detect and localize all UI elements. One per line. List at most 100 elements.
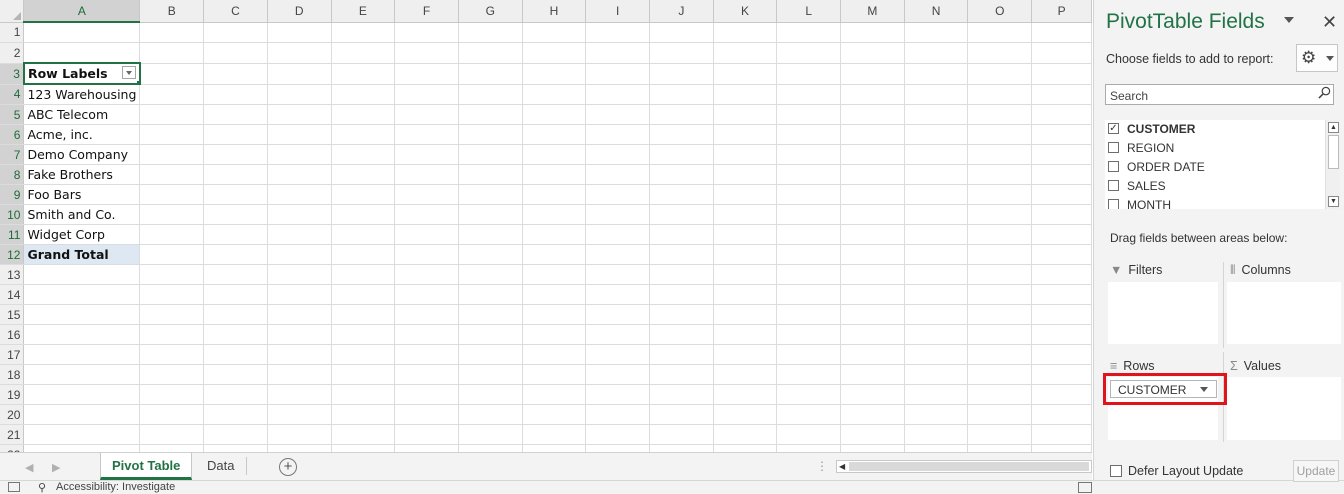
cell[interactable] [458,22,523,43]
cell[interactable] [904,63,969,85]
cell[interactable] [585,284,650,305]
cell[interactable] [776,264,842,285]
cell[interactable] [713,304,778,325]
column-header-C[interactable]: C [203,0,268,23]
cell[interactable] [267,124,332,145]
cell[interactable] [967,164,1033,185]
cell[interactable] [331,284,396,305]
cell[interactable] [394,224,459,245]
cell[interactable] [267,444,332,452]
column-header-E[interactable]: E [331,0,396,23]
cell[interactable] [904,204,969,225]
cell[interactable] [522,324,587,345]
cell[interactable] [904,344,969,365]
cell[interactable] [713,104,778,125]
cell[interactable] [967,344,1033,365]
cell[interactable] [394,104,459,125]
checkbox-icon[interactable] [1108,199,1119,209]
cell[interactable] [458,224,523,245]
cell[interactable] [649,104,714,125]
cell[interactable] [713,384,778,405]
tools-gear-button[interactable]: ⚙ [1296,44,1338,72]
cell[interactable] [267,184,332,205]
cell[interactable] [585,384,650,405]
normal-view-icon[interactable] [1078,482,1092,493]
column-header-I[interactable]: I [585,0,650,23]
cell[interactable] [522,84,587,105]
cell[interactable] [203,404,268,425]
cell[interactable] [840,304,905,325]
cell[interactable] [904,22,969,43]
cell[interactable] [1031,224,1092,245]
cell[interactable] [713,324,778,345]
cell[interactable] [331,304,396,325]
column-header-K[interactable]: K [713,0,778,23]
cell[interactable] [967,224,1033,245]
cell[interactable] [585,84,650,105]
cell[interactable] [394,384,459,405]
cell[interactable] [203,224,268,245]
cell[interactable] [649,144,714,165]
cell[interactable] [840,384,905,405]
cell[interactable] [585,224,650,245]
row-header[interactable]: 13 [0,264,25,285]
row-header[interactable]: 1 [0,22,25,43]
cell[interactable] [967,284,1033,305]
cell[interactable] [458,204,523,225]
cell[interactable] [1031,184,1092,205]
cell[interactable] [713,344,778,365]
cell[interactable] [840,204,905,225]
cell[interactable] [331,404,396,425]
cell[interactable] [967,184,1033,205]
cell[interactable] [458,284,523,305]
cell[interactable] [967,144,1033,165]
cell[interactable] [904,224,969,245]
row-header[interactable]: 12 [0,244,25,265]
row-header[interactable]: 4 [0,84,25,105]
checkbox-checked-icon[interactable]: ✓ [1108,123,1119,134]
scroll-down-icon[interactable]: ▼ [1328,196,1339,207]
cell[interactable] [394,404,459,425]
cell[interactable] [331,204,396,225]
cell[interactable] [713,144,778,165]
cell[interactable] [840,144,905,165]
cell[interactable] [331,344,396,365]
cell[interactable] [458,244,523,265]
cell[interactable] [203,164,268,185]
cell[interactable] [267,284,332,305]
cell[interactable] [649,124,714,145]
cell[interactable] [458,304,523,325]
cell[interactable] [967,444,1033,452]
cell[interactable] [522,42,587,64]
cell[interactable] [840,424,905,445]
cell[interactable] [522,144,587,165]
cell[interactable] [203,264,268,285]
cell[interactable] [904,244,969,265]
cell[interactable] [458,344,523,365]
pivot-grand-total[interactable]: Grand Total [23,244,141,265]
cell[interactable] [904,264,969,285]
cell[interactable] [267,84,332,105]
cell[interactable] [967,364,1033,385]
cell[interactable] [331,124,396,145]
field-search-box[interactable] [1105,84,1334,105]
cell[interactable] [23,304,141,325]
cell[interactable] [522,384,587,405]
cell[interactable] [776,63,842,85]
cell[interactable] [1031,424,1092,445]
cell[interactable] [967,304,1033,325]
cell[interactable] [713,124,778,145]
row-header[interactable]: 22 [0,444,25,452]
cell[interactable] [713,63,778,85]
column-header-F[interactable]: F [394,0,459,23]
cell[interactable] [203,424,268,445]
pivot-row-item[interactable]: Demo Company [23,144,141,165]
cell[interactable] [23,22,141,43]
cell[interactable] [585,444,650,452]
cell[interactable] [1031,164,1092,185]
cell[interactable] [203,324,268,345]
cell[interactable] [967,244,1033,265]
cell[interactable] [267,344,332,365]
cell[interactable] [139,324,205,345]
filters-drop-zone[interactable] [1108,282,1218,344]
